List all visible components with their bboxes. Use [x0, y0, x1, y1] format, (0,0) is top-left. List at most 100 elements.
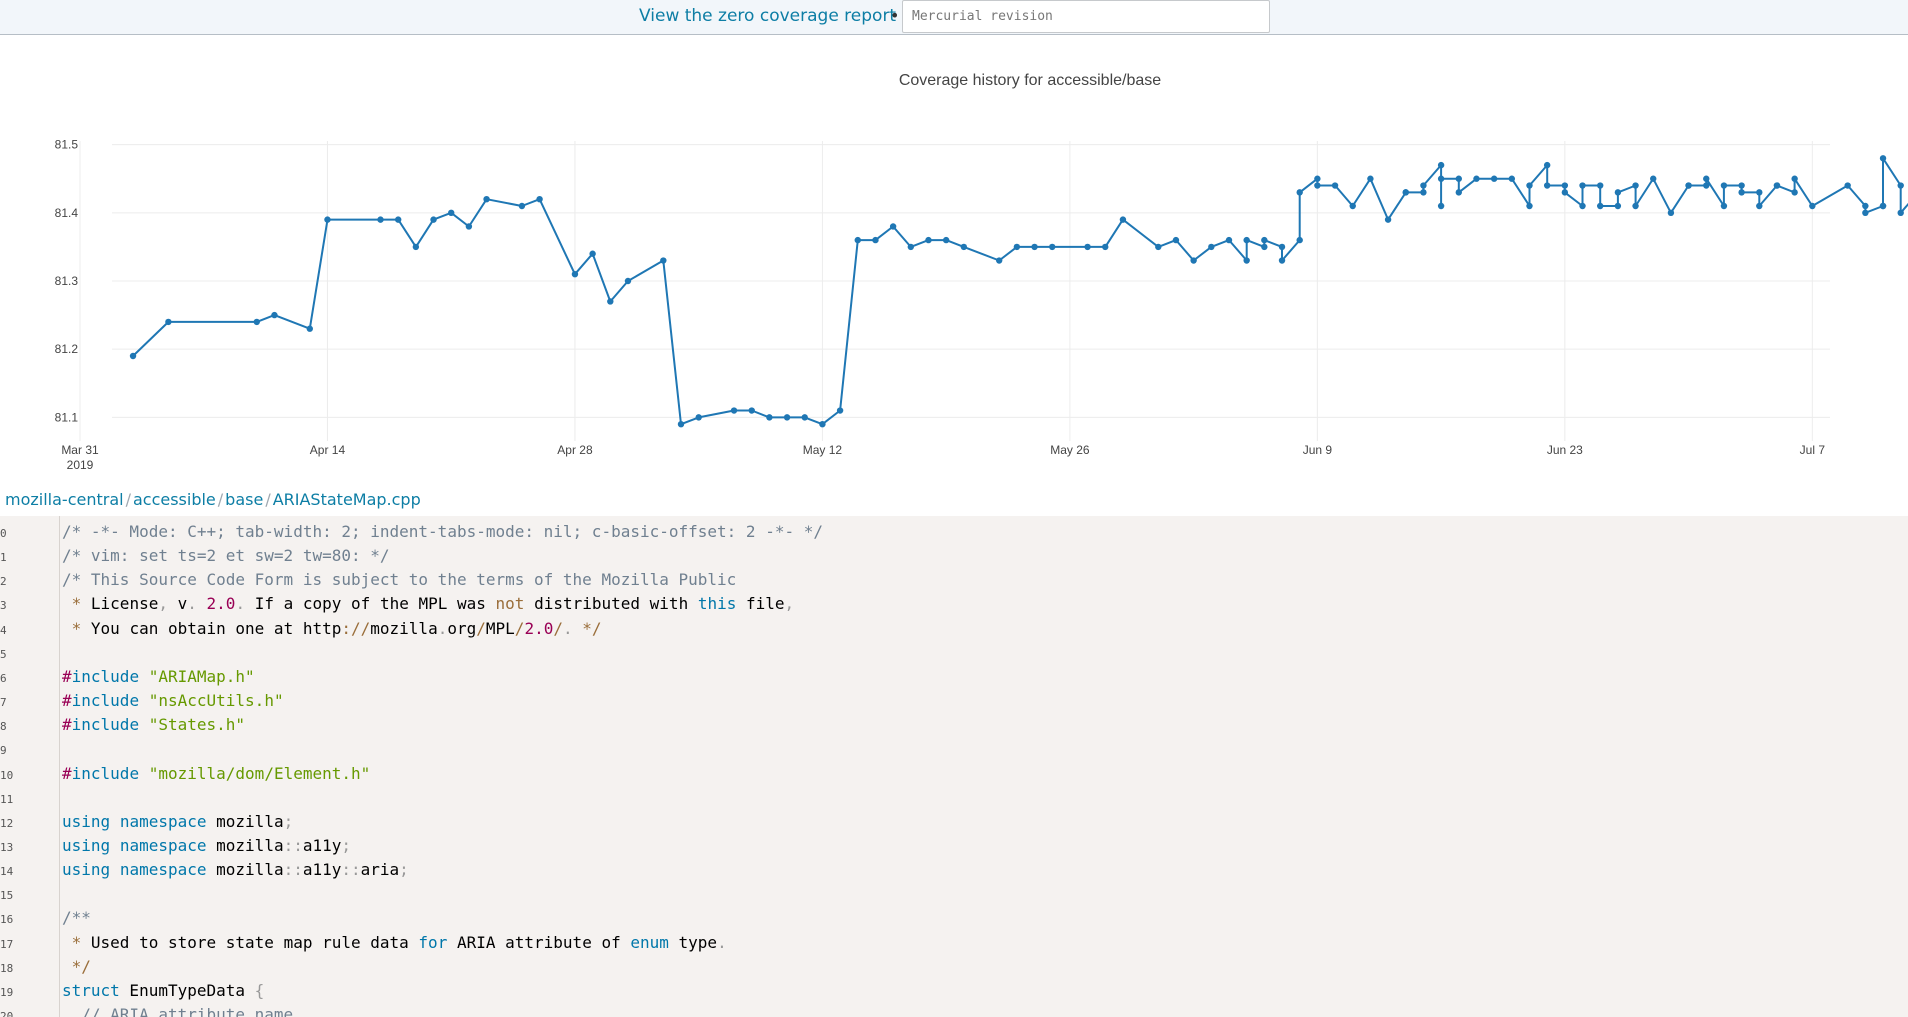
data-point[interactable]	[1632, 202, 1639, 210]
zero-coverage-report-link[interactable]: View the zero coverage report	[639, 6, 896, 26]
data-point[interactable]	[1703, 175, 1710, 182]
data-point[interactable]	[1243, 257, 1250, 264]
data-point[interactable]	[1667, 209, 1675, 217]
line-number[interactable]: 5	[0, 648, 40, 661]
data-point[interactable]	[1720, 202, 1728, 210]
data-point[interactable]	[1225, 236, 1233, 244]
data-point[interactable]	[854, 236, 861, 244]
data-point[interactable]	[1543, 182, 1551, 189]
line-number[interactable]: 18	[0, 962, 40, 975]
data-point[interactable]	[483, 195, 490, 203]
data-point[interactable]	[129, 352, 137, 360]
data-point[interactable]	[1703, 182, 1710, 189]
line-number[interactable]: 2	[0, 575, 40, 588]
data-point[interactable]	[1632, 182, 1639, 189]
data-point[interactable]	[1420, 189, 1427, 196]
data-point[interactable]	[1597, 182, 1604, 189]
data-point[interactable]	[1278, 243, 1286, 251]
data-point[interactable]	[730, 407, 738, 414]
data-point[interactable]	[589, 250, 596, 257]
data-point[interactable]	[465, 223, 473, 230]
data-point[interactable]	[1420, 182, 1427, 189]
data-point[interactable]	[1685, 182, 1692, 189]
data-point[interactable]	[1720, 182, 1728, 189]
data-point[interactable]	[1897, 182, 1904, 189]
line-number[interactable]: 6	[0, 672, 40, 685]
data-point[interactable]	[571, 270, 579, 278]
data-point[interactable]	[1862, 202, 1869, 210]
data-point[interactable]	[960, 243, 968, 251]
data-point[interactable]	[1543, 161, 1551, 169]
data-point[interactable]	[1879, 202, 1887, 210]
breadcrumb-repository[interactable]: mozilla-central	[5, 490, 124, 509]
data-point[interactable]	[1897, 209, 1904, 217]
source-code-view[interactable]: 0 /* -*- Mode: C++; tab-width: 2; indent-…	[0, 516, 1908, 1017]
line-number[interactable]: 3	[0, 599, 40, 612]
data-point[interactable]	[783, 414, 791, 421]
data-point[interactable]	[165, 318, 172, 326]
data-point[interactable]	[1773, 182, 1781, 189]
data-point[interactable]	[889, 223, 897, 230]
data-point[interactable]	[1844, 182, 1851, 189]
data-point[interactable]	[1261, 236, 1268, 244]
data-point[interactable]	[306, 325, 313, 332]
coverage-history-chart[interactable]: Coverage history for accessible/base 81.1…	[0, 36, 1908, 476]
data-point[interactable]	[377, 216, 384, 223]
data-point[interactable]	[1597, 202, 1604, 210]
line-number[interactable]: 19	[0, 986, 40, 999]
data-point[interactable]	[1791, 189, 1798, 196]
data-point[interactable]	[394, 216, 402, 223]
data-point[interactable]	[1579, 202, 1586, 210]
data-point[interactable]	[624, 277, 632, 285]
data-point[interactable]	[1614, 202, 1622, 210]
line-number[interactable]: 17	[0, 938, 40, 951]
data-point[interactable]	[1402, 189, 1409, 196]
data-point[interactable]	[1049, 243, 1056, 251]
data-point[interactable]	[1526, 182, 1533, 189]
data-point[interactable]	[1102, 243, 1109, 251]
data-point[interactable]	[1172, 236, 1180, 244]
data-point[interactable]	[518, 202, 526, 210]
data-point[interactable]	[1331, 182, 1339, 189]
data-point[interactable]	[1314, 175, 1321, 182]
line-number[interactable]: 16	[0, 913, 40, 926]
data-point[interactable]	[1879, 155, 1887, 162]
data-point[interactable]	[1738, 189, 1745, 196]
data-point[interactable]	[748, 407, 755, 414]
line-number[interactable]: 14	[0, 865, 40, 878]
data-point[interactable]	[1738, 182, 1745, 189]
data-point[interactable]	[1437, 202, 1445, 210]
data-point[interactable]	[1791, 175, 1798, 182]
line-number[interactable]: 8	[0, 720, 40, 733]
line-number[interactable]: 1	[0, 551, 40, 564]
data-point[interactable]	[1296, 236, 1303, 244]
line-number[interactable]: 0	[0, 527, 40, 540]
data-point[interactable]	[1278, 257, 1286, 264]
data-point[interactable]	[836, 407, 844, 414]
data-point[interactable]	[1119, 216, 1127, 223]
data-point[interactable]	[695, 414, 702, 421]
data-point[interactable]	[271, 311, 278, 319]
data-point[interactable]	[660, 257, 667, 264]
data-point[interactable]	[942, 236, 950, 244]
breadcrumb-directory-base[interactable]: base	[225, 490, 263, 509]
line-number[interactable]: 15	[0, 889, 40, 902]
data-point[interactable]	[872, 236, 879, 244]
data-point[interactable]	[819, 420, 826, 428]
line-number[interactable]: 4	[0, 624, 40, 637]
data-point[interactable]	[1261, 243, 1268, 251]
data-point[interactable]	[766, 414, 773, 421]
data-point[interactable]	[925, 236, 932, 244]
breadcrumb-directory-accessible[interactable]: accessible	[133, 490, 216, 509]
line-number[interactable]: 13	[0, 841, 40, 854]
data-point[interactable]	[1437, 175, 1445, 182]
data-point[interactable]	[1490, 175, 1498, 182]
data-point[interactable]	[1756, 202, 1763, 210]
data-point[interactable]	[1579, 182, 1586, 189]
data-point[interactable]	[677, 420, 685, 428]
line-number[interactable]: 12	[0, 817, 40, 830]
data-point[interactable]	[1455, 189, 1462, 196]
data-point[interactable]	[1031, 243, 1038, 251]
data-point[interactable]	[1349, 202, 1356, 210]
data-point[interactable]	[1084, 243, 1091, 251]
